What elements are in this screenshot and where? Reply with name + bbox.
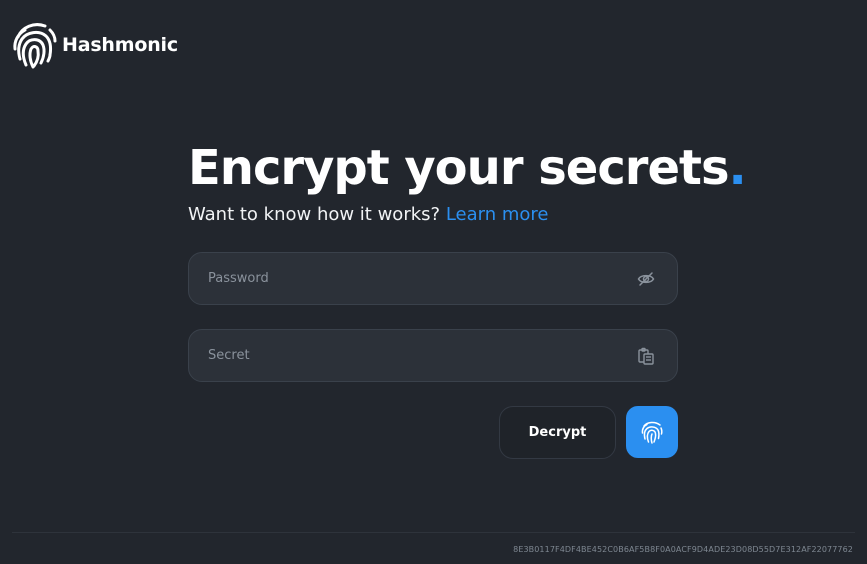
hero: Encrypt your secrets. Want to know how i… xyxy=(188,140,747,227)
brand-name: Hashmonic xyxy=(62,34,178,56)
subtitle: Want to know how it works? Learn more xyxy=(188,203,678,227)
headline-dot: . xyxy=(728,140,747,196)
fingerprint-icon xyxy=(13,23,57,69)
learn-more-link[interactable]: Learn more xyxy=(446,204,549,225)
password-visibility-toggle[interactable] xyxy=(637,270,655,288)
eye-slash-icon xyxy=(637,271,655,286)
encrypt-button[interactable] xyxy=(626,406,678,458)
password-field xyxy=(188,252,678,305)
secret-input[interactable] xyxy=(206,347,637,364)
footer-hash: 8E3B0117F4DF4BE452C0B6AF5B8F0A0ACF9D4ADE… xyxy=(513,545,853,554)
footer-divider xyxy=(12,532,855,533)
app-page: Hashmonic Encrypt your secrets. Want to … xyxy=(0,0,867,564)
brand[interactable]: Hashmonic xyxy=(12,19,178,71)
page-title: Encrypt your secrets. xyxy=(188,140,747,196)
subtitle-text: Want to know how it works? xyxy=(188,204,441,225)
decrypt-button[interactable]: Decrypt xyxy=(499,406,616,459)
paste-button[interactable] xyxy=(637,347,655,365)
clipboard-icon xyxy=(638,347,654,365)
secret-field xyxy=(188,329,678,382)
password-input[interactable] xyxy=(206,270,637,287)
fingerprint-icon xyxy=(641,421,663,444)
headline-text: Encrypt your secrets xyxy=(188,140,730,196)
